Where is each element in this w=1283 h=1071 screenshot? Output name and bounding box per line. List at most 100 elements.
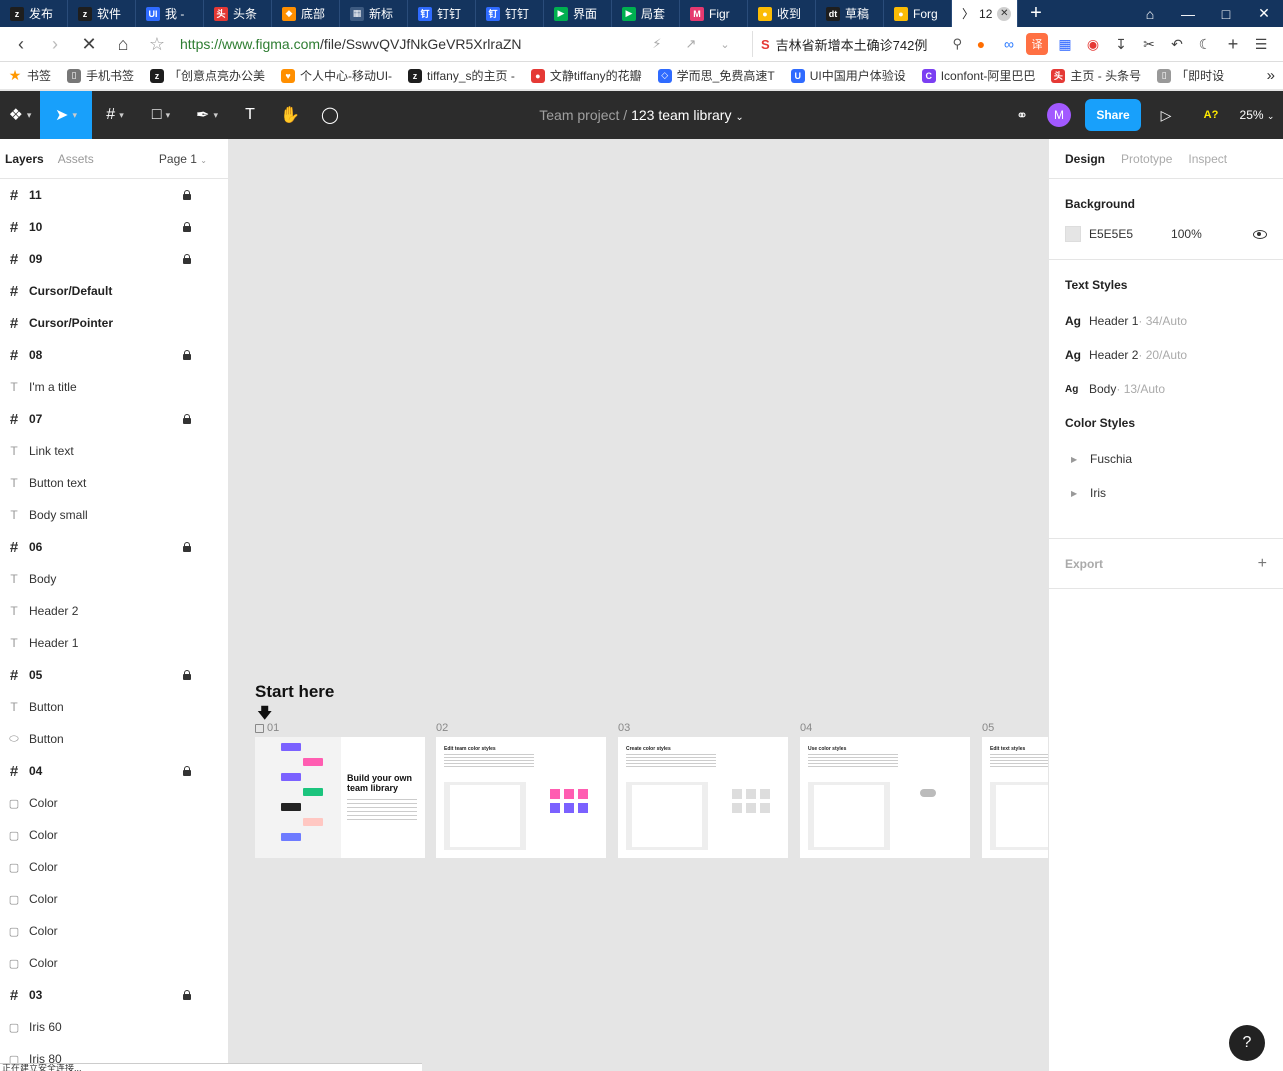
infinity-icon[interactable]: ∞ [998, 33, 1020, 55]
tab-inspect[interactable]: Inspect [1188, 152, 1227, 166]
chevron-right-icon[interactable]: ▶ [1065, 489, 1090, 498]
browser-tab[interactable]: z 软件 [68, 0, 136, 27]
tab-layers[interactable]: Layers [5, 152, 44, 166]
visibility-eye-icon[interactable] [1253, 229, 1267, 239]
tab-design[interactable]: Design [1065, 152, 1105, 166]
layer-row[interactable]: T Link text [0, 435, 228, 467]
browser-tab[interactable]: 头头条 [204, 0, 272, 27]
frame-label[interactable]: 03 [618, 722, 630, 734]
browser-tab[interactable]: ● Forg [884, 0, 952, 27]
project-name[interactable]: Team project [539, 107, 619, 123]
present-icon[interactable]: ▷ [1141, 107, 1191, 124]
back-icon[interactable]: ‹ [4, 29, 38, 59]
frame-label[interactable]: 05 [982, 722, 994, 734]
background-swatch[interactable] [1065, 226, 1081, 242]
layer-row[interactable]: #09 [0, 243, 228, 275]
search-input[interactable]: S 吉林省新增本土确诊742例 ⚲ [752, 31, 962, 57]
search-icon[interactable]: ⚲ [952, 36, 962, 52]
text-style-row[interactable]: Ag Header 1 · 34/Auto [1065, 304, 1267, 338]
color-style-row[interactable]: ▶ Fuschia [1065, 442, 1267, 476]
text-tool-button[interactable]: T [230, 91, 270, 139]
layer-row[interactable]: #05 [0, 659, 228, 691]
lock-icon[interactable] [183, 990, 191, 1000]
browser-tab-active[interactable]: 〉 12 ✕ [952, 0, 1018, 27]
browser-tab[interactable]: ▶ 局套 [612, 0, 680, 27]
layer-row[interactable]: ▢ Color [0, 787, 228, 819]
layer-row[interactable]: #06 [0, 531, 228, 563]
lock-icon[interactable] [183, 670, 191, 680]
chevron-down-icon[interactable]: ⌄ [735, 112, 743, 123]
layer-row[interactable]: T I'm a title [0, 371, 228, 403]
bookmark-item[interactable]: ◇ 学而思_免费高速T [650, 67, 783, 84]
frame-label[interactable]: 01 [255, 722, 279, 734]
help-button[interactable]: ? [1229, 1025, 1265, 1061]
layer-row[interactable]: T Header 1 [0, 627, 228, 659]
bookmark-item[interactable]: U UI中国用户体验设 [783, 67, 914, 84]
browser-tab[interactable]: M Figr [680, 0, 748, 27]
game-icon[interactable]: ● [970, 33, 992, 55]
bookmark-item[interactable]: ● 文静tiffany的花瓣 [523, 67, 650, 84]
text-style-row[interactable]: Ag Header 2 · 20/Auto [1065, 338, 1267, 372]
layer-row[interactable]: T Button text [0, 467, 228, 499]
bookmark-item[interactable]: ★ 书签 [0, 67, 59, 84]
layer-row[interactable]: T Button [0, 691, 228, 723]
new-tab-icon[interactable]: + [1018, 0, 1054, 27]
maximize-icon[interactable]: □ [1207, 6, 1245, 22]
lock-icon[interactable] [183, 254, 191, 264]
frame-thumbnail[interactable]: Edit text styles [982, 737, 1048, 858]
background-opacity[interactable]: 100% [1171, 227, 1202, 241]
browser-tab[interactable]: 钉钉钉 [476, 0, 544, 27]
frame-thumbnail[interactable]: Build your own team library [255, 737, 425, 858]
layer-row[interactable]: #11 [0, 179, 228, 211]
frame-thumbnail[interactable]: Use color styles [800, 737, 970, 858]
shape-tool-button[interactable]: □ ▾ [138, 91, 184, 139]
share-page-icon[interactable]: ↗ [674, 29, 708, 59]
bookmark-item[interactable]: 头主页 - 头条号 [1043, 67, 1149, 84]
night-mode-icon[interactable]: ☾ [1194, 33, 1216, 55]
chevron-right-icon[interactable]: ▶ [1065, 455, 1090, 464]
layer-row[interactable]: T Body small [0, 499, 228, 531]
lock-icon[interactable] [183, 222, 191, 232]
lock-icon[interactable] [183, 350, 191, 360]
canvas[interactable]: Start here 🡇 01 Build your own team libra… [229, 139, 1048, 1071]
background-hex[interactable]: E5E5E5 [1089, 227, 1133, 241]
bookmark-star-icon[interactable]: ☆ [140, 29, 174, 59]
translate-icon[interactable]: 译 [1026, 33, 1048, 55]
home-icon[interactable]: ⌂ [106, 29, 140, 59]
browser-tab[interactable]: ▶ 界面 [544, 0, 612, 27]
stop-icon[interactable]: ✕ [72, 29, 106, 59]
layer-row[interactable]: T Body [0, 563, 228, 595]
lightning-icon[interactable]: ⚡ [640, 29, 674, 59]
cut-icon[interactable]: ✂ [1138, 33, 1160, 55]
close-icon[interactable]: ✕ [997, 6, 1012, 21]
layer-row[interactable]: T Header 2 [0, 595, 228, 627]
page-selector[interactable]: Page 1 ⌄ [159, 152, 207, 166]
headphones-icon[interactable]: ⚭ [1007, 107, 1037, 124]
frame-label[interactable]: 04 [800, 722, 812, 734]
layer-row[interactable]: ▢ Color [0, 947, 228, 979]
avatar[interactable]: M [1047, 103, 1071, 127]
add-icon[interactable]: + [1222, 33, 1244, 55]
lock-icon[interactable] [183, 542, 191, 552]
hand-tool-button[interactable]: ✋ [270, 91, 310, 139]
browser-tab[interactable]: z 发布 [0, 0, 68, 27]
frame-thumbnail[interactable]: Create color styles [618, 737, 788, 858]
layer-row[interactable]: #03 [0, 979, 228, 1011]
undo-icon[interactable]: ↶ [1166, 33, 1188, 55]
browser-tab[interactable]: UI 我 - [136, 0, 204, 27]
tab-prototype[interactable]: Prototype [1121, 152, 1172, 166]
layer-row[interactable]: ⬭ Button [0, 723, 228, 755]
file-name[interactable]: 123 team library [631, 107, 731, 123]
add-export-icon[interactable]: + [1258, 555, 1267, 573]
close-window-icon[interactable]: ✕ [1245, 5, 1283, 22]
shirt-icon[interactable]: ⌂ [1131, 6, 1169, 22]
forward-icon[interactable]: › [38, 29, 72, 59]
pen-tool-button[interactable]: ✒ ▾ [184, 91, 230, 139]
browser-tab[interactable]: ▦ 新标 [340, 0, 408, 27]
zoom-control[interactable]: 25% ⌄ [1231, 108, 1283, 122]
tab-assets[interactable]: Assets [58, 152, 94, 166]
layer-row[interactable]: ▢ Color [0, 915, 228, 947]
layer-row[interactable]: ▢ Color [0, 883, 228, 915]
color-style-row[interactable]: ▶ Iris [1065, 476, 1267, 510]
url-field[interactable]: https://www.figma.com/file/SswvQVJfNkGeV… [180, 30, 640, 58]
